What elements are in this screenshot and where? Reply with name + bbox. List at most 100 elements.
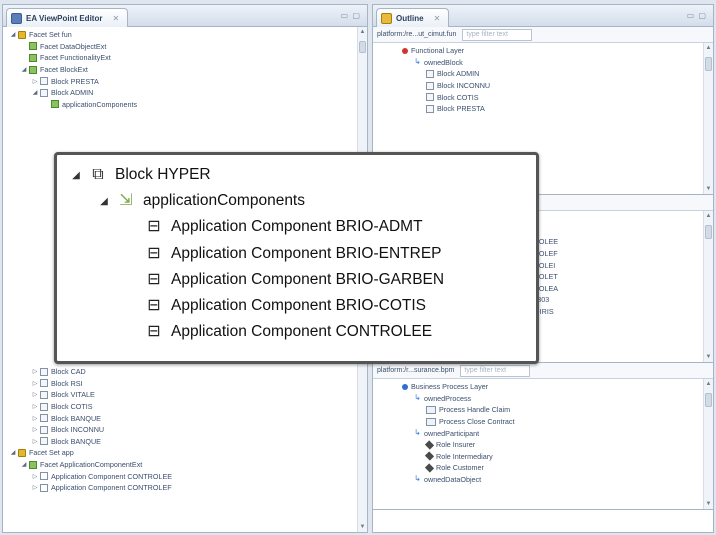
tree-item[interactable]: Facet DataObjectExt [3, 41, 367, 53]
close-icon[interactable]: ✕ [434, 14, 441, 23]
outline-vertical-scrollbar[interactable]: ▲ ▼ [703, 43, 713, 194]
block-icon [40, 77, 48, 86]
expand-toggle-icon[interactable]: ◢ [95, 196, 113, 207]
tree-item[interactable]: ◢ ⧉ Block HYPER [57, 162, 536, 188]
tree-item[interactable]: Role Customer [387, 462, 713, 474]
viewpoint-editor-icon [11, 12, 22, 24]
tree-item[interactable]: ◢ Facet Set fun [3, 29, 367, 41]
expand-toggle-icon[interactable]: ▷ [31, 484, 39, 491]
scroll-down-arrow-icon[interactable]: ▼ [704, 501, 713, 507]
tree-item[interactable]: ▷ Block VITALE [3, 389, 357, 401]
expand-toggle-icon[interactable]: ◢ [9, 31, 17, 38]
tree-item[interactable]: Block ADMIN [387, 68, 713, 80]
tab-outline[interactable]: Outline ✕ [376, 8, 450, 27]
tree-item[interactable]: Process Handle Claim [387, 404, 713, 416]
tree-item[interactable]: ◢ Block ADMIN [3, 87, 367, 99]
tree-item[interactable]: ▷ Block RSI [3, 378, 357, 390]
tree-item[interactable]: ⊟ Application Component CONTROLEE [57, 319, 536, 345]
tree-item-label: Block VITALE [51, 390, 95, 400]
tree-item[interactable]: ◢ Facet Set app [3, 447, 357, 459]
scroll-up-arrow-icon[interactable]: ▲ [358, 29, 367, 35]
expand-toggle-icon[interactable]: ◢ [20, 461, 28, 468]
tree-item[interactable]: ⊟ Application Component BRIO-COTIS [57, 293, 536, 319]
close-icon[interactable]: ✕ [112, 14, 119, 23]
tree-item[interactable]: ▷ Block BANQUE [3, 436, 357, 448]
tree-item[interactable]: ↳ ownedParticipant [387, 427, 713, 439]
outline-tree: Functional Layer ↳ ownedBlock Block ADMIN Bl… [373, 43, 713, 115]
tree-item[interactable]: Block PRESTA [387, 103, 713, 115]
scroll-down-arrow-icon[interactable]: ▼ [358, 524, 367, 530]
expand-toggle-icon[interactable]: ▷ [31, 380, 39, 387]
tree-item[interactable]: ▷ Block PRESTA [3, 75, 367, 87]
tree-item[interactable]: ⊟ Application Component BRIO-GARBEN [57, 267, 536, 293]
facet-icon [29, 42, 37, 51]
minimize-maximize-icon[interactable]: ▭ ▢ [687, 11, 707, 20]
tree-item[interactable]: ▷ Block INCONNU [3, 424, 357, 436]
reference-icon: ↳ [414, 56, 421, 66]
block-icon [40, 402, 48, 411]
scroll-thumb[interactable] [359, 41, 366, 53]
expand-toggle-icon[interactable]: ▷ [31, 438, 39, 445]
scroll-down-arrow-icon[interactable]: ▼ [704, 186, 713, 192]
scroll-thumb[interactable] [705, 393, 712, 407]
minimize-maximize-icon[interactable]: ▭ ▢ [341, 11, 361, 20]
outline-vertical-scrollbar[interactable]: ▲ ▼ [703, 379, 713, 509]
tree-item[interactable]: ◢ ⇲ applicationComponents [57, 188, 536, 214]
tree-item[interactable]: ⊟ Application Component BRIO-ENTREP [57, 241, 536, 267]
tree-item[interactable]: Process Close Contract [387, 416, 713, 428]
scroll-thumb[interactable] [705, 225, 712, 239]
tree-item[interactable]: applicationComponents [3, 99, 367, 111]
expand-toggle-icon[interactable]: ◢ [9, 449, 17, 456]
tree-item-label: Application Component CONTROLEF [51, 483, 172, 493]
expand-toggle-icon[interactable]: ◢ [20, 66, 28, 73]
expand-toggle-icon[interactable]: ▷ [31, 415, 39, 422]
expand-toggle-icon[interactable]: ◢ [67, 170, 85, 181]
tree-item[interactable]: ▷ Block BANQUE [3, 412, 357, 424]
tab-ea-viewpoint-editor[interactable]: EA ViewPoint Editor ✕ [6, 8, 129, 27]
tree-item[interactable]: ↳ ownedDataObject [387, 474, 713, 486]
scroll-up-arrow-icon[interactable]: ▲ [704, 213, 713, 219]
tree-item[interactable]: Role Intermediary [387, 451, 713, 463]
outline-tabbar: Outline ✕ ▭ ▢ [373, 5, 713, 27]
tree-item[interactable]: ▷ Block CAD [3, 366, 357, 378]
scroll-up-arrow-icon[interactable]: ▲ [704, 381, 713, 387]
tree-item[interactable]: ▷ Application Component CONTROLEE [3, 470, 357, 482]
tree-item-label: Block CAD [51, 367, 86, 377]
expand-toggle-icon[interactable]: ▷ [31, 78, 39, 85]
block-icon [40, 437, 48, 446]
tree-item-label: Application Component CONTROLEE [51, 471, 173, 481]
editor-tabbar: EA ViewPoint Editor ✕ ▭ ▢ [3, 5, 367, 27]
expand-toggle-icon[interactable]: ▷ [31, 403, 39, 410]
tree-item[interactable]: Role Insurer [387, 439, 713, 451]
tree-item[interactable]: Facet FunctionalityExt [3, 52, 367, 64]
tree-item[interactable]: Functional Layer [387, 45, 713, 57]
tree-item[interactable]: ▷ Application Component CONTROLEF [3, 482, 357, 494]
tree-item-label: Block INCONNU [51, 425, 105, 435]
expand-toggle-icon[interactable]: ▷ [31, 368, 39, 375]
tree-item[interactable]: ↳ ownedProcess [387, 393, 713, 405]
scroll-down-arrow-icon[interactable]: ▼ [704, 354, 713, 360]
tree-item-label: ownedProcess [424, 393, 472, 403]
tree-item[interactable]: ◢ Facet BlockExt [3, 64, 367, 76]
scroll-thumb[interactable] [705, 57, 712, 71]
tree-item[interactable]: ⊟ Application Component BRIO-ADMT [57, 214, 536, 240]
tree-item-label: Functional Layer [411, 46, 465, 56]
block-icon [40, 379, 48, 388]
tree-item[interactable]: ◢ Facet ApplicationComponentExt [3, 459, 357, 471]
tree-item-label: Application Component BRIO-COTIS [171, 297, 426, 315]
filter-input[interactable]: type filter text [460, 364, 531, 377]
tree-item[interactable]: Block COTIS [387, 91, 713, 103]
tree-item[interactable]: Block INCONNU [387, 80, 713, 92]
scroll-up-arrow-icon[interactable]: ▲ [704, 45, 713, 51]
facet-icon [29, 460, 37, 469]
filter-input[interactable]: type filter text [462, 28, 533, 41]
tree-item-label: Process Close Contract [439, 417, 515, 427]
outline-vertical-scrollbar[interactable]: ▲ ▼ [703, 211, 713, 362]
tree-item[interactable]: Business Process Layer [387, 381, 713, 393]
tree-item[interactable]: ▷ Block COTIS [3, 401, 357, 413]
expand-toggle-icon[interactable]: ▷ [31, 391, 39, 398]
expand-toggle-icon[interactable]: ◢ [31, 89, 39, 96]
expand-toggle-icon[interactable]: ▷ [31, 426, 39, 433]
tree-item[interactable]: ↳ ownedBlock [387, 57, 713, 69]
expand-toggle-icon[interactable]: ▷ [31, 473, 39, 480]
